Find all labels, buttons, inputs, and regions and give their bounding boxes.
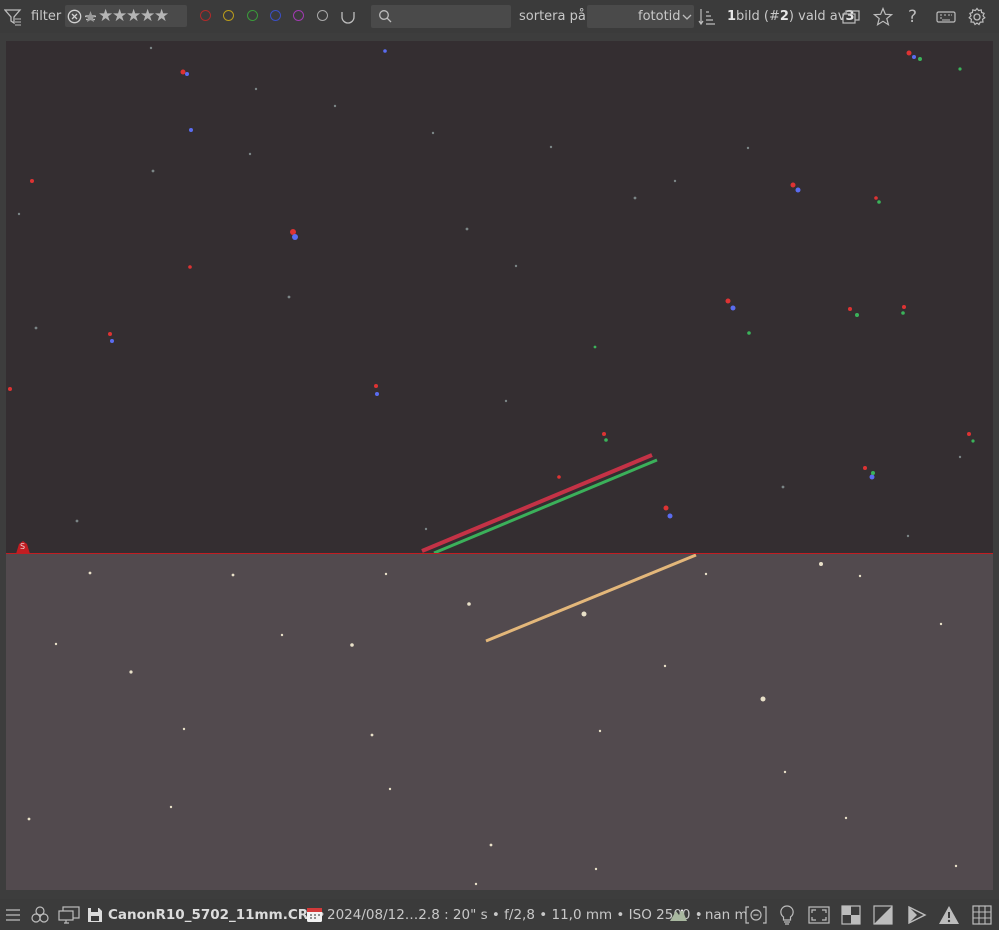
- lightbulb-icon[interactable]: [778, 899, 796, 930]
- bottom-toolbar: CanonR10_5702_11mm.CR3 • 2024/08/12…2.8 …: [0, 899, 999, 930]
- menu-icon[interactable]: [5, 899, 21, 930]
- star-icon[interactable]: ★: [98, 7, 113, 25]
- overexposed-warning-icon[interactable]: [938, 899, 960, 930]
- display-icon[interactable]: [58, 899, 80, 930]
- grouping-icon[interactable]: [842, 0, 860, 33]
- elevation-icon: [669, 899, 688, 930]
- color-label-yellow-icon[interactable]: [223, 10, 234, 21]
- clear-rating-icon[interactable]: [67, 9, 82, 24]
- starfield-after-image: [27, 553, 958, 886]
- sort-label: sortera på: [519, 9, 586, 24]
- color-label-blue-icon[interactable]: [270, 10, 281, 21]
- image-viewer[interactable]: S: [6, 41, 993, 890]
- filter-label: filter: [31, 9, 62, 24]
- search-input[interactable]: [371, 5, 511, 28]
- before-image-half: [6, 41, 993, 555]
- elevation-value: : nan m: [696, 906, 748, 923]
- softproof-icon[interactable]: [841, 899, 861, 930]
- starfield-before-image: [8, 46, 975, 555]
- styles-icon[interactable]: [30, 899, 50, 930]
- gamut-check-icon[interactable]: [873, 899, 893, 930]
- color-label-gray-icon[interactable]: [317, 10, 328, 21]
- image-metadata: 2024/08/12…2.8 : 20" s • f/2,8 • 11,0 mm…: [327, 906, 703, 923]
- color-label-green-icon[interactable]: [247, 10, 258, 21]
- split-marker-label: S: [20, 542, 26, 551]
- after-image-half: [6, 553, 993, 890]
- selection-count: 1 bild (# 2) vald av 3: [727, 9, 855, 24]
- settings-gear-icon[interactable]: [967, 0, 987, 33]
- fullscreen-icon[interactable]: [808, 899, 830, 930]
- filter-icon[interactable]: [4, 0, 22, 33]
- top-toolbar: filter ★ ★ ★ ★ ★ sortera på fototid 1 bi…: [0, 0, 999, 33]
- help-icon[interactable]: ?: [908, 0, 917, 33]
- grid-icon[interactable]: [972, 899, 992, 930]
- exposure-compensation-icon[interactable]: [744, 899, 768, 930]
- star-icon[interactable]: ★: [112, 7, 127, 25]
- split-divider[interactable]: [6, 553, 993, 554]
- color-operator-icon[interactable]: [340, 0, 356, 33]
- rating-filter[interactable]: ★ ★ ★ ★ ★: [65, 5, 187, 27]
- color-label-purple-icon[interactable]: [293, 10, 304, 21]
- filename: CanonR10_5702_11mm.CR3 •: [108, 906, 325, 923]
- save-icon: [87, 899, 103, 930]
- keyboard-icon[interactable]: [936, 0, 956, 33]
- star-outline-icon[interactable]: [873, 0, 893, 33]
- color-label-red-icon[interactable]: [200, 10, 211, 21]
- sort-order-icon[interactable]: [698, 0, 716, 33]
- star-icon[interactable]: ★: [154, 7, 169, 25]
- star-icon[interactable]: ★: [140, 7, 155, 25]
- search-icon: [378, 9, 392, 23]
- guides-icon[interactable]: [907, 899, 927, 930]
- sort-value: fototid: [638, 9, 681, 24]
- reject-icon[interactable]: [84, 10, 97, 23]
- chevron-down-icon[interactable]: [682, 0, 692, 33]
- star-icon[interactable]: ★: [126, 7, 141, 25]
- calendar-icon: [306, 899, 323, 930]
